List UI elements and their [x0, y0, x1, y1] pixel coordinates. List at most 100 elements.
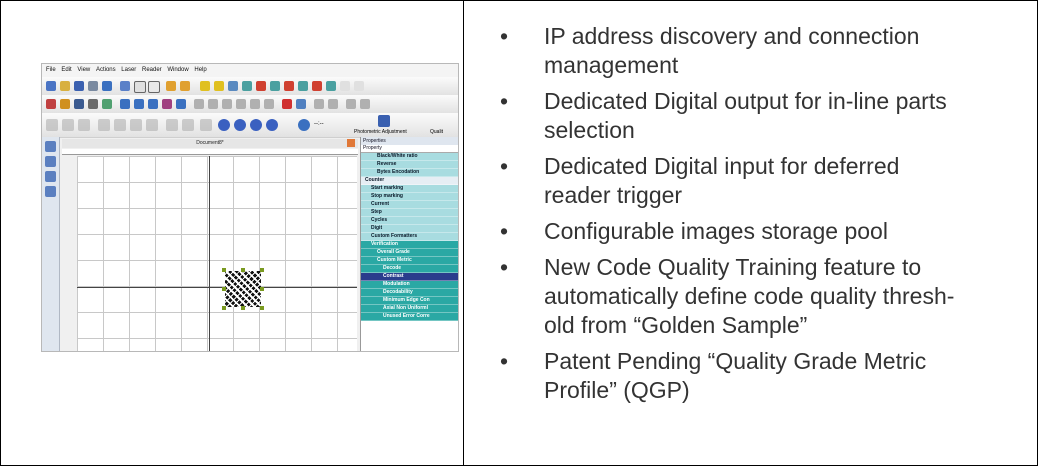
grid2-icon	[208, 99, 218, 109]
zoom-page-icon	[266, 119, 278, 131]
feature-text-line: Dedicated Digital input for deferred	[544, 153, 900, 179]
timer-icon	[298, 119, 310, 131]
menu-reader: Reader	[141, 67, 162, 73]
handle-mr	[260, 287, 264, 291]
grid7-icon	[282, 99, 292, 109]
datamatrix-code	[225, 271, 261, 307]
node5-icon	[114, 119, 126, 131]
menu-file: File	[46, 67, 56, 73]
property-row: Current	[361, 201, 458, 209]
grid10-icon	[328, 99, 338, 109]
toolbar-row-3: --:-- Photometric Adjustment Qualit	[42, 113, 458, 138]
feature-text-line: Profile” (QGP)	[544, 377, 690, 403]
timer-value: --:--	[314, 121, 324, 127]
align9-icon	[354, 81, 364, 91]
tool-icon	[176, 99, 186, 109]
property-row: Reverse	[361, 161, 458, 169]
percent-icon	[162, 99, 172, 109]
zoom-in-icon	[218, 119, 230, 131]
left-tool-sidebar	[42, 137, 60, 351]
feature-item: • Configurable images storage pool	[500, 217, 1025, 246]
feature-list: • IP address discovery and connection mana…	[500, 22, 1025, 412]
print-icon	[88, 81, 98, 91]
property-row: Decodability	[361, 289, 458, 297]
property-row: Decode	[361, 265, 458, 273]
handle-ml	[222, 287, 226, 291]
align2-icon	[256, 81, 266, 91]
horizontal-guide	[77, 287, 357, 288]
zoom-fit-icon	[250, 119, 262, 131]
align-icon	[242, 81, 252, 91]
node2-icon	[62, 119, 74, 131]
feature-text-line: selection	[544, 117, 635, 143]
node-icon	[46, 119, 58, 131]
feature-text-line: automatically define code quality thresh…	[544, 283, 955, 309]
laser2-icon	[214, 81, 224, 91]
menu-view: View	[77, 67, 91, 73]
pointer-icon	[200, 119, 212, 131]
grid4-icon	[236, 99, 246, 109]
photometric-icon	[378, 115, 390, 127]
feature-text-line: IP address discovery and connection	[544, 23, 920, 49]
property-row: Step	[361, 209, 458, 217]
arc3-icon	[148, 99, 158, 109]
handle-tr	[260, 268, 264, 272]
feature-text-line: Configurable images storage pool	[544, 218, 888, 244]
vertical-guide	[209, 156, 210, 351]
node8-icon	[166, 119, 178, 131]
laser-icon	[200, 81, 210, 91]
property-row: Start marking	[361, 185, 458, 193]
column-divider	[463, 0, 464, 466]
menu-window: Window	[167, 67, 189, 73]
align6-icon	[312, 81, 322, 91]
grid12-icon	[360, 99, 370, 109]
align3-icon	[270, 81, 280, 91]
property-row: Unused Error Corre	[361, 313, 458, 321]
feature-text-line: management	[544, 52, 679, 78]
save-icon	[74, 81, 84, 91]
reader-icon	[228, 81, 238, 91]
feature-item: • Dedicated Digital input for deferred rea…	[500, 152, 1025, 210]
toolbar-row-2	[42, 95, 458, 114]
handle-tc	[241, 268, 245, 272]
align4-icon	[284, 81, 294, 91]
property-row: Counter	[361, 177, 458, 185]
properties-panel: Properties Property Black/White ratio Rev…	[360, 137, 458, 351]
property-row: Minimum Edge Con	[361, 297, 458, 305]
align8-icon	[340, 81, 350, 91]
redo-icon	[180, 81, 190, 91]
node9-icon	[182, 119, 194, 131]
image-icon	[74, 99, 84, 109]
tool-button-3	[45, 171, 56, 182]
copy-icon	[134, 81, 146, 93]
grid11-icon	[346, 99, 356, 109]
grid-icon	[194, 99, 204, 109]
paste-icon	[148, 81, 160, 93]
property-row: Custom Metric	[361, 257, 458, 265]
menu-bar: File Edit View Actions Laser Reader Wind…	[42, 64, 458, 77]
property-row: Contrast	[361, 273, 458, 281]
cut-icon	[120, 81, 130, 91]
barcode-icon	[88, 99, 98, 109]
shape-icon	[102, 99, 112, 109]
grid5-icon	[250, 99, 260, 109]
feature-text-line: Patent Pending “Quality Grade Metric	[544, 348, 927, 374]
bullet-icon: •	[500, 348, 509, 374]
handle-bl	[222, 306, 226, 310]
feature-text-line: old from “Golden Sample”	[544, 312, 808, 338]
arc2-icon	[134, 99, 144, 109]
handle-br	[260, 306, 264, 310]
undo-icon	[166, 81, 176, 91]
property-row: Cycles	[361, 217, 458, 225]
bullet-icon: •	[500, 88, 509, 114]
quality-label: Qualit	[430, 129, 444, 135]
new-icon	[46, 81, 56, 91]
design-canvas	[77, 156, 357, 351]
document-tab: Document8*	[62, 139, 358, 148]
property-row: Black/White ratio	[361, 153, 458, 161]
tool-button-2	[45, 156, 56, 167]
tool-button-4	[45, 186, 56, 197]
feature-text-line: New Code Quality Training feature to	[544, 254, 922, 280]
feature-item: • Patent Pending “Quality Grade Metric Pro…	[500, 347, 1025, 405]
open-icon	[60, 81, 70, 91]
